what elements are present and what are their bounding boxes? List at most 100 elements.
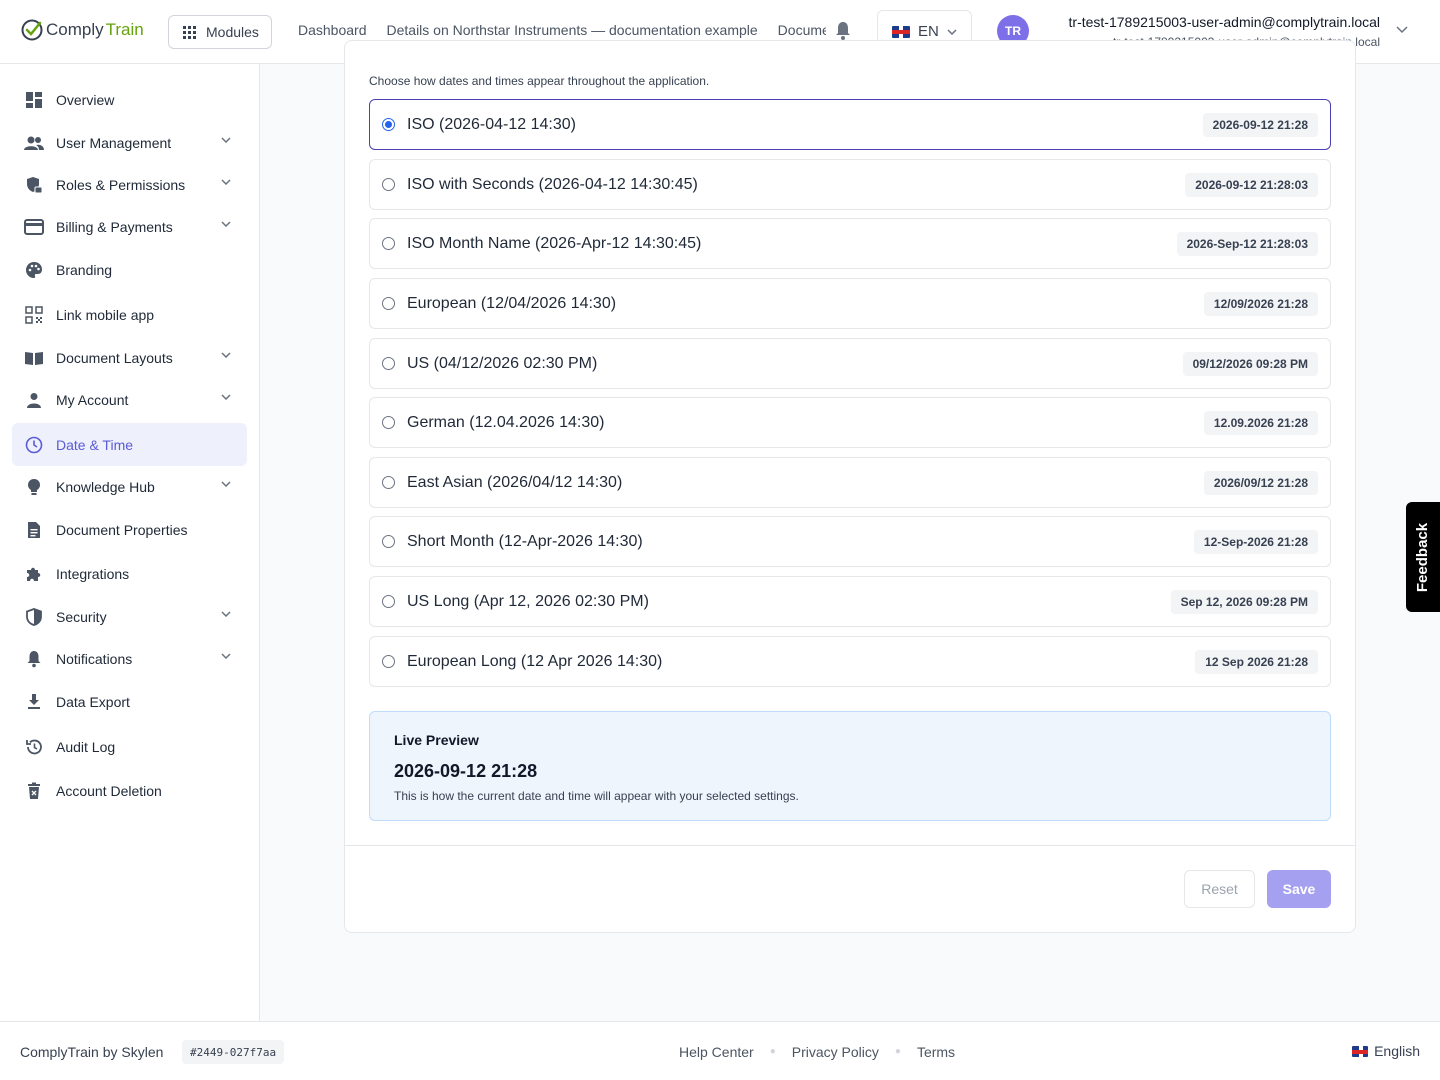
format-option-label: German (12.04.2026 14:30) — [407, 413, 605, 431]
sidebar-item-label: Document Properties — [56, 522, 188, 538]
chevron-down-icon — [947, 28, 957, 35]
sidebar-item-document-properties[interactable]: Document Properties — [12, 509, 247, 551]
chevron-down-icon — [221, 394, 231, 400]
sidebar-item-label: Knowledge Hub — [56, 479, 155, 495]
sidebar-item-overview[interactable]: Overview — [12, 79, 247, 121]
format-option-german[interactable]: German (12.04.2026 14:30) 12.09.2026 21:… — [369, 397, 1331, 448]
format-example-badge: 2026-Sep-12 21:28:03 — [1176, 232, 1318, 256]
sidebar-item-user-management[interactable]: User Management — [12, 122, 247, 164]
live-preview-title: Live Preview — [394, 732, 479, 748]
sidebar-item-notifications[interactable]: Notifications — [12, 638, 247, 680]
chevron-down-icon — [221, 137, 231, 143]
feedback-tab[interactable]: Feedback — [1406, 502, 1440, 612]
format-option-us[interactable]: US (04/12/2026 02:30 PM) 09/12/2026 09:2… — [369, 338, 1331, 389]
sidebar-item-my-account[interactable]: My Account — [12, 379, 247, 421]
radio-button[interactable] — [382, 118, 395, 131]
dashboard-icon — [24, 90, 44, 110]
sidebar-item-roles-permissions[interactable]: Roles & Permissions — [12, 164, 247, 206]
app-logo[interactable]: Comply Train — [20, 18, 144, 42]
nav-details[interactable]: Details on Northstar Instruments — docum… — [387, 22, 758, 38]
sidebar-item-security[interactable]: Security — [12, 596, 247, 638]
logo-text-train: Train — [105, 20, 144, 39]
format-option-european[interactable]: European (12/04/2026 14:30) 12/09/2026 2… — [369, 278, 1331, 329]
format-option-us-long[interactable]: US Long (Apr 12, 2026 02:30 PM) Sep 12, … — [369, 576, 1331, 627]
format-option-short-month[interactable]: Short Month (12-Apr-2026 14:30) 12-Sep-2… — [369, 516, 1331, 567]
live-preview-value: 2026-09-12 21:28 — [394, 761, 538, 781]
uk-flag-icon — [892, 25, 910, 38]
footer-link-privacy-policy[interactable]: Privacy Policy — [792, 1044, 879, 1060]
radio-button[interactable] — [382, 535, 395, 548]
trash-icon — [24, 781, 44, 801]
breadcrumb-nav: Dashboard Details on Northstar Instrumen… — [298, 22, 826, 38]
sidebar-item-label: Document Layouts — [56, 350, 173, 366]
sidebar-item-billing-payments[interactable]: Billing & Payments — [12, 206, 247, 248]
logo-text-comply: Comply — [46, 20, 104, 39]
sidebar-item-date-time[interactable]: Date & Time — [12, 423, 247, 466]
sidebar-item-label: Data Export — [56, 694, 130, 710]
user-menu-chevron-icon[interactable] — [1396, 26, 1408, 34]
sidebar-item-branding[interactable]: Branding — [12, 249, 247, 291]
check-circle-logo-icon — [21, 19, 43, 41]
puzzle-icon — [24, 564, 44, 584]
sidebar-item-knowledge-hub[interactable]: Knowledge Hub — [12, 466, 247, 508]
user-name[interactable]: tr-test-1789215003-user-admin@complytrai… — [1069, 14, 1380, 30]
sidebar-item-label: Audit Log — [56, 739, 116, 755]
sidebar-item-integrations[interactable]: Integrations — [12, 553, 247, 595]
sidebar-item-label: My Account — [56, 392, 129, 408]
grid-icon — [183, 25, 196, 39]
radio-button[interactable] — [382, 595, 395, 608]
radio-button[interactable] — [382, 416, 395, 429]
format-option-iso[interactable]: ISO (2026-04-12 14:30) 2026-09-12 21:28 — [369, 99, 1331, 150]
nav-documents[interactable]: Documents — [778, 22, 826, 38]
radio-button[interactable] — [382, 178, 395, 191]
format-option-european-long[interactable]: European Long (12 Apr 2026 14:30) 12 Sep… — [369, 636, 1331, 687]
format-option-label: European (12/04/2026 14:30) — [407, 294, 617, 312]
format-example-badge: 12.09.2026 21:28 — [1203, 411, 1318, 435]
sidebar-item-label: Link mobile app — [56, 307, 155, 323]
radio-button[interactable] — [382, 357, 395, 370]
modules-label: Modules — [206, 24, 259, 40]
sidebar-item-label: Integrations — [56, 566, 130, 582]
qr-code-icon — [24, 305, 44, 325]
format-option-label: East Asian (2026/04/12 14:30) — [407, 473, 623, 491]
chevron-down-icon — [221, 352, 231, 358]
format-option-iso-seconds[interactable]: ISO with Seconds (2026-04-12 14:30:45) 2… — [369, 159, 1331, 210]
sidebar-item-link-mobile-app[interactable]: Link mobile app — [12, 294, 247, 336]
radio-button[interactable] — [382, 237, 395, 250]
users-icon — [24, 133, 44, 153]
format-option-east-asian[interactable]: East Asian (2026/04/12 14:30) 2026/09/12… — [369, 457, 1331, 508]
footer-link-terms[interactable]: Terms — [917, 1044, 955, 1060]
bell-icon — [24, 649, 44, 669]
bell-icon[interactable] — [834, 21, 852, 41]
nav-dashboard[interactable]: Dashboard — [298, 22, 367, 38]
live-preview-panel: Live Preview 2026-09-12 21:28 This is ho… — [369, 711, 1331, 821]
chevron-down-icon — [221, 653, 231, 659]
sidebar-item-data-export[interactable]: Data Export — [12, 681, 247, 723]
reset-button[interactable]: Reset — [1184, 870, 1255, 908]
sidebar-item-label: Overview — [56, 92, 115, 108]
shield-lock-icon — [24, 175, 44, 195]
book-icon — [24, 348, 44, 368]
chevron-down-icon — [221, 179, 231, 185]
footer-language-label: English — [1374, 1043, 1420, 1059]
download-icon — [24, 692, 44, 712]
sidebar-item-label: Account Deletion — [56, 783, 162, 799]
sidebar-item-audit-log[interactable]: Audit Log — [12, 726, 247, 768]
person-icon — [24, 390, 44, 410]
sidebar-item-document-layouts[interactable]: Document Layouts — [12, 337, 247, 379]
document-icon — [24, 520, 44, 540]
radio-button[interactable] — [382, 297, 395, 310]
footer-brand: ComplyTrain by Skylen — [20, 1044, 164, 1060]
footer-link-help-center[interactable]: Help Center — [679, 1044, 754, 1060]
footer-language-selector[interactable]: English — [1352, 1043, 1420, 1059]
format-option-iso-month-name[interactable]: ISO Month Name (2026-Apr-12 14:30:45) 20… — [369, 218, 1331, 269]
chevron-down-icon — [221, 481, 231, 487]
radio-button[interactable] — [382, 476, 395, 489]
format-option-label: US Long (Apr 12, 2026 02:30 PM) — [407, 592, 649, 610]
sidebar-item-account-deletion[interactable]: Account Deletion — [12, 770, 247, 812]
modules-button[interactable]: Modules — [168, 15, 272, 49]
radio-button[interactable] — [382, 655, 395, 668]
separator-dot: ● — [769, 1046, 776, 1057]
format-option-label: European Long (12 Apr 2026 14:30) — [407, 652, 663, 670]
save-button[interactable]: Save — [1267, 870, 1331, 908]
